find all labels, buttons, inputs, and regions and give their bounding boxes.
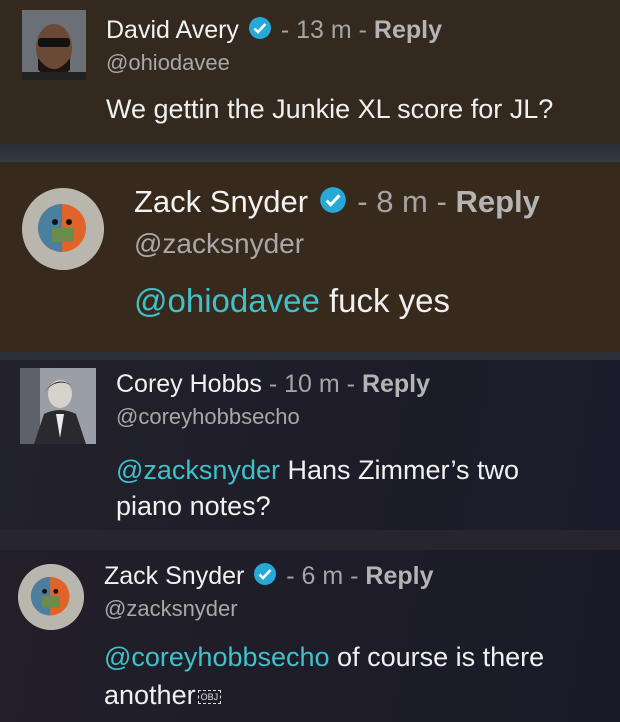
comment-text-line-2: piano notes?: [116, 491, 271, 521]
avatar-corey-hobbs[interactable]: [20, 368, 96, 444]
author-name[interactable]: Zack Snyder: [104, 562, 244, 590]
mention-link[interactable]: @coreyhobbsecho: [104, 642, 330, 672]
comment-text-content: of course is there: [329, 642, 545, 672]
reply-link[interactable]: Reply: [374, 16, 442, 44]
comment-text-line-2: another: [104, 680, 196, 710]
author-handle[interactable]: @coreyhobbsecho: [116, 404, 300, 430]
comment-header: Zack Snyder - 8 m - Reply: [134, 184, 540, 222]
obj-placeholder-icon: OBJ: [197, 689, 222, 704]
reply-link[interactable]: Reply: [365, 562, 433, 590]
verified-check-icon: [248, 16, 272, 47]
comment-text-content: Hans Zimmer’s two: [279, 455, 520, 485]
timestamp: - 10 m -: [268, 370, 355, 398]
timestamp: - 6 m -: [286, 562, 359, 591]
divider: [0, 352, 620, 360]
comment-2: Zack Snyder - 8 m - Reply @zacksnyder @o…: [0, 162, 620, 352]
comment-text-content: fuck yes: [319, 282, 451, 319]
comment-text: We gettin the Junkie XL score for JL?: [106, 94, 554, 124]
comment-text: @zacksnyder Hans Zimmer’s two piano note…: [116, 452, 606, 524]
avatar-zack-snyder[interactable]: [22, 188, 104, 270]
reply-link[interactable]: Reply: [455, 184, 539, 219]
comment-header: Corey Hobbs - 10 m - Reply: [116, 370, 430, 399]
author-handle[interactable]: @zacksnyder: [104, 596, 238, 622]
author-name[interactable]: Zack Snyder: [134, 184, 308, 219]
comment-1: David Avery - 13 m - Reply @ohiodavee We…: [0, 0, 620, 144]
verified-check-icon: [253, 562, 277, 593]
comment-text: @ohiodavee fuck yes: [134, 282, 450, 320]
comment-header: David Avery - 13 m - Reply: [106, 16, 442, 47]
author-name[interactable]: David Avery: [106, 16, 239, 44]
author-handle[interactable]: @zacksnyder: [134, 228, 304, 260]
avatar-david-avery[interactable]: [22, 10, 86, 80]
reply-link[interactable]: Reply: [362, 370, 430, 398]
timestamp: - 13 m -: [280, 16, 367, 45]
comment-4: Zack Snyder - 6 m - Reply @zacksnyder @c…: [0, 550, 620, 722]
divider: [0, 144, 620, 162]
verified-check-icon: [319, 186, 347, 222]
mention-link[interactable]: @zacksnyder: [116, 455, 280, 485]
mention-link[interactable]: @ohiodavee: [134, 282, 320, 319]
author-name[interactable]: Corey Hobbs: [116, 370, 262, 398]
timestamp: - 8 m -: [357, 184, 447, 219]
author-handle[interactable]: @ohiodavee: [106, 50, 230, 76]
avatar-zack-snyder[interactable]: [18, 564, 84, 630]
comment-header: Zack Snyder - 6 m - Reply: [104, 562, 434, 593]
divider: [0, 530, 620, 550]
comment-text: @coreyhobbsecho of course is there anoth…: [104, 638, 604, 714]
comment-3: Corey Hobbs - 10 m - Reply @coreyhobbsec…: [0, 360, 620, 530]
